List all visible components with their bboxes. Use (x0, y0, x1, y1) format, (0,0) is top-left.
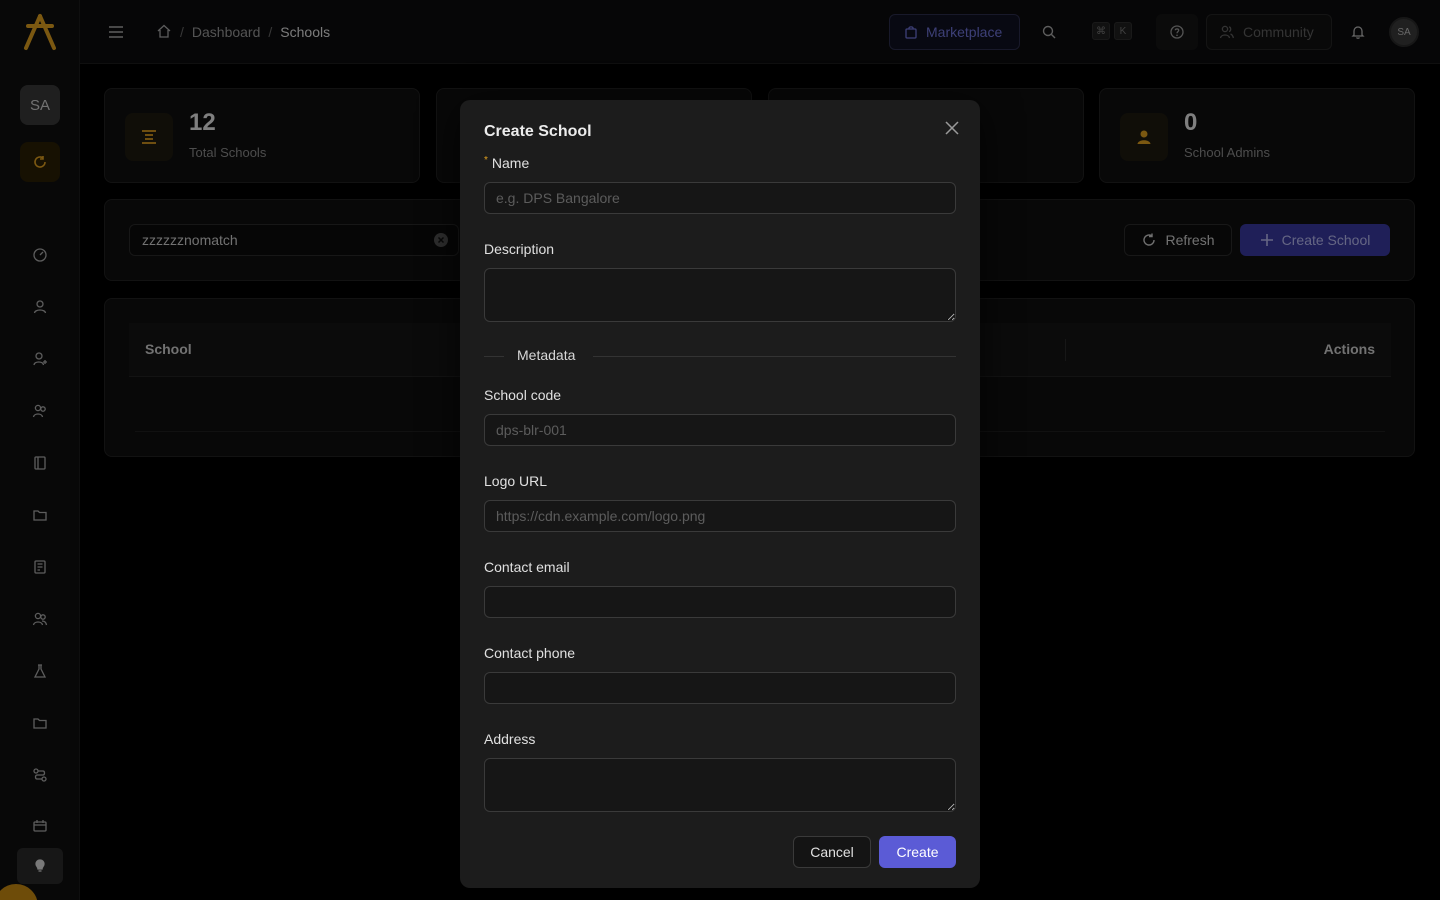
divider-line (484, 356, 504, 357)
contact-phone-input[interactable] (484, 672, 956, 704)
cancel-button[interactable]: Cancel (793, 836, 871, 868)
modal-close-button[interactable] (943, 119, 961, 137)
close-icon (945, 121, 959, 135)
modal-title: Create School (484, 123, 592, 140)
address-label: Address (484, 731, 536, 747)
contact-email-input[interactable] (484, 586, 956, 618)
create-button[interactable]: Create (879, 836, 956, 868)
description-label: Description (484, 241, 555, 257)
description-textarea[interactable] (484, 268, 956, 322)
contact-email-label: Contact email (484, 559, 570, 575)
metadata-divider: Metadata (484, 346, 956, 366)
create-school-modal: Create School *Name Description Metadata… (460, 100, 980, 888)
school-code-label: School code (484, 387, 562, 403)
address-textarea[interactable] (484, 758, 956, 812)
metadata-heading: Metadata (517, 347, 576, 363)
name-label: * Name (484, 155, 530, 171)
logo-url-input[interactable] (484, 500, 956, 532)
name-input[interactable] (484, 182, 956, 214)
contact-phone-label: Contact phone (484, 645, 576, 661)
divider-line (593, 356, 956, 357)
school-code-input[interactable] (484, 414, 956, 446)
required-marker: * (484, 155, 488, 166)
logo-url-label: Logo URL (484, 473, 548, 489)
